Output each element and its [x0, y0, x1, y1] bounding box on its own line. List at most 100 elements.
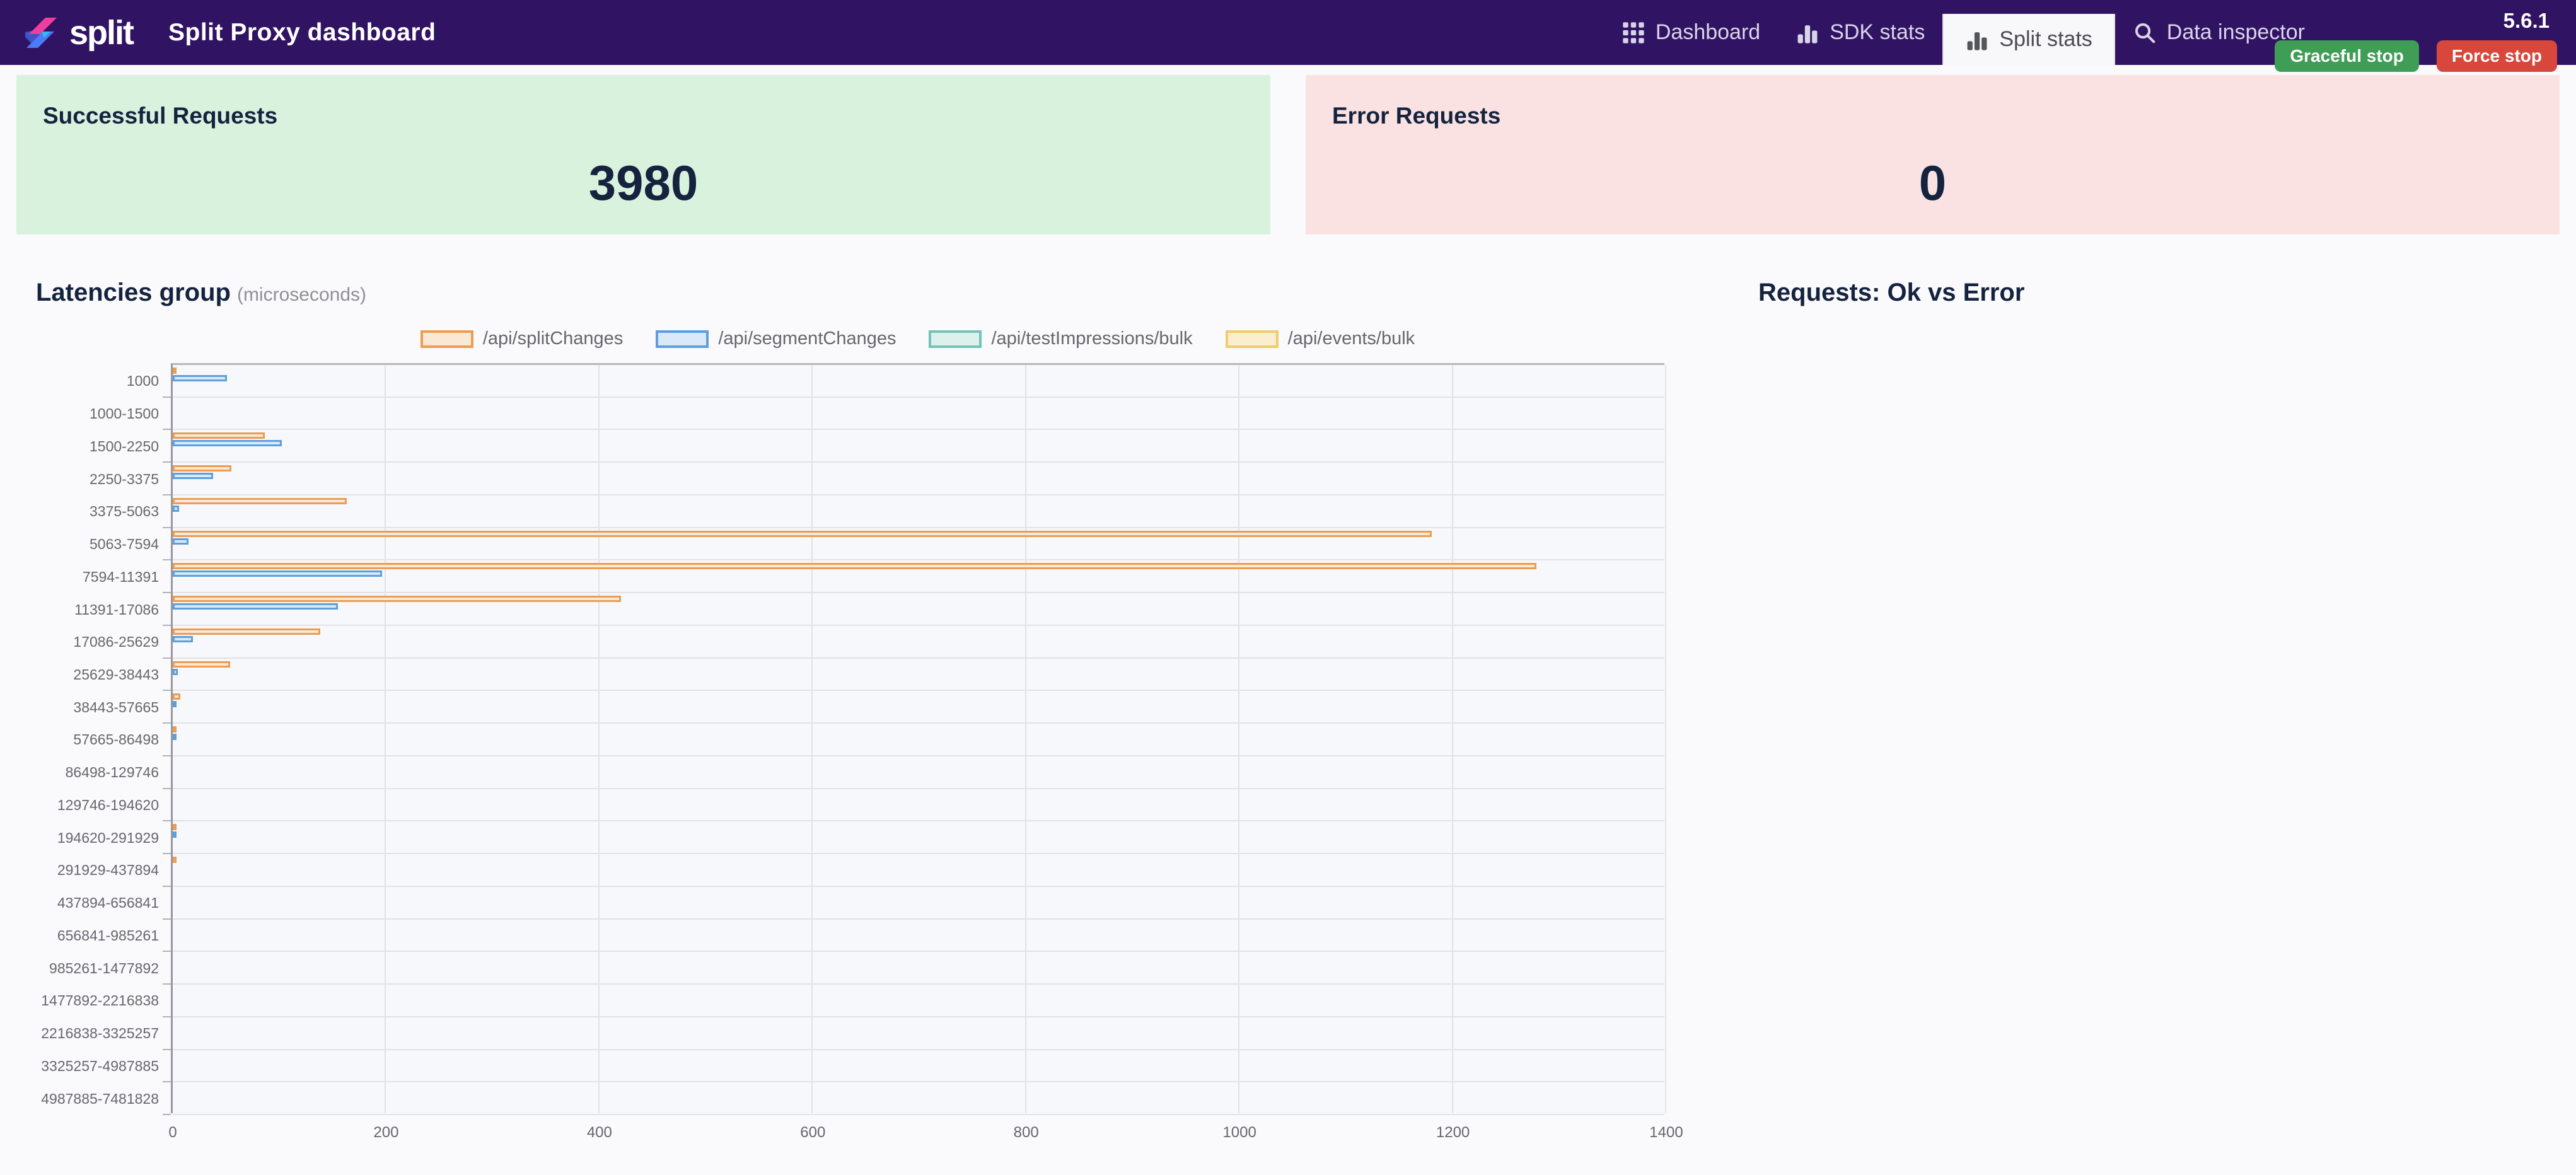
bar--api-segmentChanges [173, 701, 177, 708]
y-tick-label: 3375-5063 [90, 503, 159, 520]
latencies-chart-title: Latencies group (microseconds) [36, 279, 1700, 307]
legend-label: /api/splitChanges [482, 328, 624, 349]
latencies-chart: Latencies group (microseconds) /api/split… [36, 279, 1700, 1141]
latency-row-2216838-3325257 [163, 1017, 1664, 1050]
y-tick-label: 129746-194620 [57, 796, 159, 813]
charts-section: Latencies group (microseconds) /api/split… [36, 279, 2560, 1141]
nav-dashboard[interactable]: Dashboard [1604, 0, 1778, 65]
bar--api-splitChanges [173, 530, 1432, 537]
legend-item-1[interactable]: /api/segmentChanges [656, 328, 896, 349]
card-title: Error Requests [1332, 103, 1501, 129]
bar--api-segmentChanges [173, 375, 228, 381]
version-label: 5.6.1 [2503, 9, 2550, 32]
legend-label: /api/events/bulk [1287, 328, 1415, 349]
bar--api-splitChanges [173, 497, 347, 504]
latency-row-194620-291929 [163, 821, 1664, 855]
y-tick-label: 86498-129746 [65, 764, 159, 781]
nav-split-stats[interactable]: Split stats [1942, 14, 2115, 65]
legend-swatch [656, 330, 709, 348]
y-tick-label: 57665-86498 [73, 731, 159, 748]
bar--api-segmentChanges [173, 570, 382, 577]
latency-row-3325257-4987885 [163, 1050, 1664, 1083]
error-requests-card: Error Requests 0 [1306, 75, 2560, 234]
bar--api-splitChanges [173, 824, 177, 831]
y-tick-label: 437894-656841 [57, 894, 159, 912]
bar--api-splitChanges [173, 661, 231, 668]
header-actions: 5.6.1 Graceful stop Force stop [2275, 9, 2557, 72]
latencies-title-text: Latencies group [36, 279, 231, 306]
y-tick-label: 17086-25629 [73, 634, 159, 651]
search-icon [2135, 23, 2155, 43]
y-tick-label: 1500-2250 [90, 437, 159, 454]
chart-legend: /api/splitChanges/api/segmentChanges/api… [171, 328, 1664, 349]
x-tick-label: 600 [800, 1124, 826, 1141]
legend-swatch [1225, 330, 1279, 348]
y-tick-label: 1477892-2216838 [41, 992, 159, 1009]
y-tick-label: 291929-437894 [57, 862, 159, 879]
latency-row-5063-7594 [163, 528, 1664, 561]
x-tick-label: 200 [373, 1124, 399, 1141]
y-tick-label: 38443-57665 [73, 698, 159, 715]
bar--api-splitChanges [173, 628, 320, 635]
latency-row-38443-57665 [163, 691, 1664, 724]
y-tick-label: 5063-7594 [90, 536, 159, 553]
bar--api-segmentChanges [173, 505, 180, 512]
x-tick-label: 0 [168, 1124, 177, 1141]
x-tick-label: 400 [586, 1124, 612, 1141]
y-tick-label: 7594-11391 [82, 568, 159, 585]
split-logo[interactable]: split [23, 13, 134, 53]
bar--api-segmentChanges [173, 668, 178, 675]
summary-cards: Successful Requests 3980 Error Requests … [16, 75, 2560, 234]
split-logo-icon [25, 17, 57, 48]
bar--api-splitChanges [173, 465, 232, 472]
y-tick-label: 656841-985261 [57, 927, 159, 944]
nav-label: SDK stats [1830, 20, 1925, 44]
bar--api-splitChanges [173, 563, 1536, 570]
top-bar: split Split Proxy dashboard Dashboard SD… [0, 0, 2576, 72]
latency-row-17086-25629 [163, 626, 1664, 659]
y-tick-label: 25629-38443 [73, 666, 159, 683]
x-tick-label: 1000 [1222, 1124, 1256, 1141]
y-tick-label: 1000 [126, 373, 159, 390]
latencies-title-unit: (microseconds) [236, 284, 367, 305]
latency-plot: 0 200 400 600 800 1000 1200 1400 1000 1000-1500 15… [41, 363, 1683, 1141]
bar--api-segmentChanges [173, 440, 282, 447]
x-tick-label: 1400 [1649, 1124, 1683, 1141]
latency-row-1000 [163, 365, 1664, 398]
legend-item-0[interactable]: /api/splitChanges [420, 328, 624, 349]
bar--api-splitChanges [173, 693, 180, 700]
legend-swatch [420, 330, 473, 348]
legend-label: /api/testImpressions/bulk [991, 328, 1193, 349]
y-tick-label: 4987885-7481828 [41, 1090, 159, 1107]
stop-buttons: Graceful stop Force stop [2275, 40, 2557, 72]
requests-chart: Requests: Ok vs Error [1758, 279, 2024, 1113]
bar--api-segmentChanges [173, 603, 339, 610]
gridline-x-1400 [1665, 365, 1666, 1113]
bar--api-segmentChanges [173, 538, 189, 545]
force-stop-button[interactable]: Force stop [2436, 40, 2557, 72]
latency-row-656841-985261 [163, 920, 1664, 952]
latency-row-129746-194620 [163, 789, 1664, 822]
latency-row-437894-656841 [163, 887, 1664, 920]
bar--api-splitChanges [173, 368, 177, 374]
legend-label: /api/segmentChanges [718, 328, 896, 349]
latency-row-11391-17086 [163, 593, 1664, 626]
latency-row-1500-2250 [163, 430, 1664, 463]
grid-icon [1623, 21, 1644, 43]
graceful-stop-button[interactable]: Graceful stop [2275, 40, 2419, 72]
latency-row-25629-38443 [163, 659, 1664, 692]
y-tick-label: 2216838-3325257 [41, 1025, 159, 1042]
latency-row-7594-11391 [163, 560, 1664, 594]
error-requests-value: 0 [1918, 155, 1947, 211]
bar--api-splitChanges [173, 596, 621, 603]
page-title: Split Proxy dashboard [168, 18, 436, 46]
latency-row-1000-1500 [163, 398, 1664, 431]
nav-label: Split stats [1999, 27, 2092, 51]
card-title: Successful Requests [43, 103, 278, 129]
y-tick-label: 2250-3375 [90, 470, 159, 487]
legend-item-2[interactable]: /api/testImpressions/bulk [929, 328, 1193, 349]
latency-row-1477892-2216838 [163, 985, 1664, 1017]
bar-chart-icon [1797, 25, 1818, 43]
legend-item-3[interactable]: /api/events/bulk [1225, 328, 1415, 349]
nav-sdk-stats[interactable]: SDK stats [1778, 0, 1942, 65]
